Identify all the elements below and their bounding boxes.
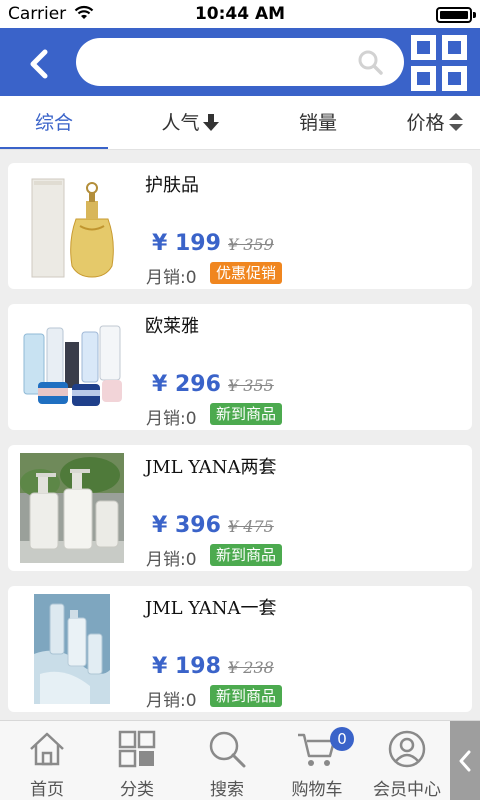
monthly-sales: 月销:0 [146,545,197,570]
monthly-sales: 月销:0 [146,686,197,711]
product-original-price: ¥ 475 [228,517,274,536]
clock: 10:44 AM [194,4,286,24]
tab-label: 价格 [406,112,445,134]
category-grid-icon [118,730,156,768]
qr-square [442,66,467,91]
product-card[interactable]: JML YANA一套 ¥ 198 ¥ 238 月销:0 新到商品 [8,586,472,712]
tab-label: 综合 [34,112,73,134]
new-badge: 新到商品 [210,685,283,707]
user-icon [388,730,426,768]
product-name: JML YANA一套 [145,598,277,619]
tab-label: 人气 [161,112,200,134]
nav-search[interactable]: 搜索 [182,721,272,800]
pump-bottles-image [20,453,124,563]
product-name: 欧莱雅 [145,316,199,337]
monthly-sales: 月销:0 [146,263,197,288]
monthly-sales-value: 0 [185,691,197,711]
monthly-sales-label: 月销: [146,268,186,288]
qr-square [442,35,467,60]
product-name: 护肤品 [145,175,199,196]
nav-member[interactable]: 会员中心 [362,721,452,800]
qr-square [411,66,436,91]
monthly-sales-value: 0 [185,409,197,429]
battery-level [440,11,468,19]
sort-tabs: 综合 人气 销量 价格 [0,96,480,150]
nav-label: 购物车 [291,780,343,800]
product-image [20,453,124,563]
bottles-in-water-image [20,594,124,704]
cart-count-badge: 0 [330,727,354,751]
sort-updown-icon [448,112,463,131]
tab-price[interactable]: 价格 [390,96,480,150]
product-original-price: ¥ 238 [228,658,274,677]
new-badge: 新到商品 [210,403,283,425]
chevron-left-icon[interactable] [18,40,62,84]
monthly-sales-label: 月销: [146,409,186,429]
monthly-sales-label: 月销: [146,550,186,570]
product-name: JML YANA两套 [145,457,277,478]
perfume-bottle-image [20,171,124,281]
top-bar [0,28,480,96]
qr-code-icon[interactable] [408,32,470,94]
search-icon [209,731,246,768]
product-original-price: ¥ 359 [228,235,274,254]
promo-badge: 优惠促销 [210,262,283,284]
monthly-sales-value: 0 [185,550,197,570]
battery-icon [436,7,476,23]
product-price: ¥ 198 [152,654,221,679]
product-price: ¥ 296 [152,372,221,397]
new-badge: 新到商品 [210,544,283,566]
product-original-price: ¥ 355 [228,376,274,395]
bottom-nav: 首页 分类 搜索 购物车 0 会员中心 [0,720,480,800]
nav-label: 会员中心 [373,780,441,800]
active-tab-indicator [0,147,108,149]
home-icon [30,732,64,766]
product-list: 护肤品 ¥ 199 ¥ 359 月销:0 优惠促销 欧莱雅 ¥ 296 ¥ 35… [0,150,480,720]
status-bar: Carrier 10:44 AM [0,0,480,28]
tab-label: 销量 [298,112,337,134]
monthly-sales-label: 月销: [146,691,186,711]
nav-label: 首页 [30,780,64,800]
search-input[interactable] [76,38,404,86]
product-price: ¥ 396 [152,513,221,538]
product-image [20,594,124,704]
nav-label: 搜索 [210,780,244,800]
product-price: ¥ 199 [152,231,221,256]
product-card[interactable]: 欧莱雅 ¥ 296 ¥ 355 月销:0 新到商品 [8,304,472,430]
monthly-sales: 月销:0 [146,404,197,429]
search-icon[interactable] [356,48,384,76]
monthly-sales-value: 0 [185,268,197,288]
cosmetics-set-image [20,312,124,422]
tab-sales[interactable]: 销量 [268,96,368,150]
arrow-down-icon [202,113,219,131]
chevron-left-icon [459,750,471,772]
nav-home[interactable]: 首页 [2,721,92,800]
product-card[interactable]: JML YANA两套 ¥ 396 ¥ 475 月销:0 新到商品 [8,445,472,571]
tab-popularity[interactable]: 人气 [140,96,240,150]
product-image [20,312,124,422]
side-toggle[interactable] [450,721,480,800]
product-card[interactable]: 护肤品 ¥ 199 ¥ 359 月销:0 优惠促销 [8,163,472,289]
product-image [20,171,124,281]
qr-square [411,35,436,60]
tab-comprehensive[interactable]: 综合 [0,96,108,150]
nav-label: 分类 [120,780,154,800]
nav-category[interactable]: 分类 [92,721,182,800]
